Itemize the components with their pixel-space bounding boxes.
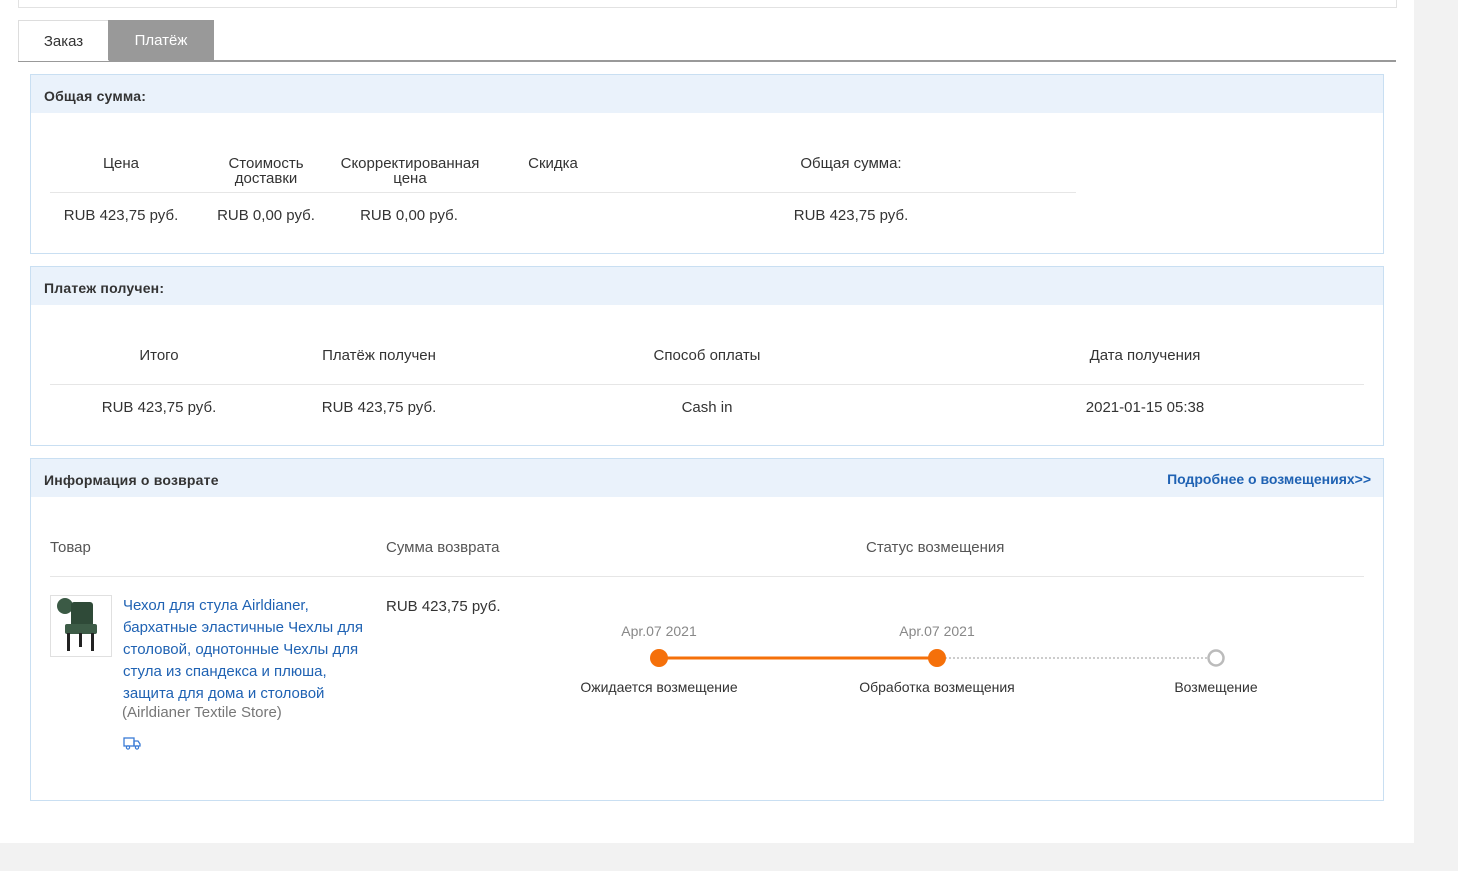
total-panel-title: Общая сумма: bbox=[44, 88, 147, 104]
header-price: Цена bbox=[102, 155, 140, 172]
value-method: Cash in bbox=[681, 399, 733, 416]
value-shipping: RUB 0,00 руб. bbox=[217, 207, 315, 224]
header-adjusted-line1: Скорректированная bbox=[340, 155, 480, 172]
top-box bbox=[18, 0, 1397, 8]
step-dot-3 bbox=[1207, 649, 1225, 667]
header-adjusted: Скорректированная цена bbox=[330, 156, 490, 186]
value-subtotal: RUB 423,75 руб. bbox=[101, 399, 217, 416]
step-date-2: Apr.07 2021 bbox=[899, 623, 975, 639]
page: Заказ Платёж Общая сумма: Цена Стоимость… bbox=[0, 0, 1414, 843]
total-panel: Общая сумма: Цена Стоимость доставки Ско… bbox=[30, 74, 1384, 254]
step-label-1: Ожидается возмещение bbox=[580, 679, 738, 695]
total-header-divider bbox=[50, 192, 1076, 193]
refund-panel: Информация о возврате Подробнее о возмещ… bbox=[30, 458, 1384, 801]
step-dot-2 bbox=[928, 649, 946, 667]
payment-header-divider bbox=[50, 384, 1364, 385]
header-date: Дата получения bbox=[1089, 347, 1201, 364]
value-adjusted: RUB 0,00 руб. bbox=[360, 207, 458, 224]
header-method: Способ оплаты bbox=[653, 347, 761, 364]
header-adjusted-line2: цена bbox=[393, 170, 427, 187]
payment-panel-title: Платеж получен: bbox=[44, 280, 165, 296]
value-received: RUB 423,75 руб. bbox=[321, 399, 437, 416]
tab-order[interactable]: Заказ bbox=[18, 20, 109, 61]
header-shipping: Стоимость доставки bbox=[201, 156, 331, 186]
tab-bar: Заказ Платёж bbox=[18, 20, 1396, 62]
header-received: Платёж получен bbox=[322, 347, 436, 364]
header-shipping-line1: Стоимость bbox=[228, 155, 304, 172]
step-label-3: Возмещение bbox=[1174, 679, 1258, 695]
header-subtotal: Итого bbox=[139, 347, 179, 364]
value-date: 2021-01-15 05:38 bbox=[1085, 399, 1205, 416]
value-price: RUB 423,75 руб. bbox=[63, 207, 179, 224]
step-date-1: Apr.07 2021 bbox=[621, 623, 697, 639]
header-discount: Скидка bbox=[528, 155, 578, 172]
step-label-2: Обработка возмещения bbox=[859, 679, 1015, 695]
value-total: RUB 423,75 руб. bbox=[793, 207, 909, 224]
total-panel-header: Общая сумма: bbox=[31, 75, 1383, 113]
payment-panel: Платеж получен: Итого Платёж получен Спо… bbox=[30, 266, 1384, 446]
tab-payment[interactable]: Платёж bbox=[108, 20, 214, 60]
header-shipping-line2: доставки bbox=[234, 170, 298, 187]
step-dot-1 bbox=[650, 649, 668, 667]
payment-panel-header: Платеж получен: bbox=[31, 267, 1383, 305]
header-total: Общая сумма: bbox=[800, 155, 902, 172]
